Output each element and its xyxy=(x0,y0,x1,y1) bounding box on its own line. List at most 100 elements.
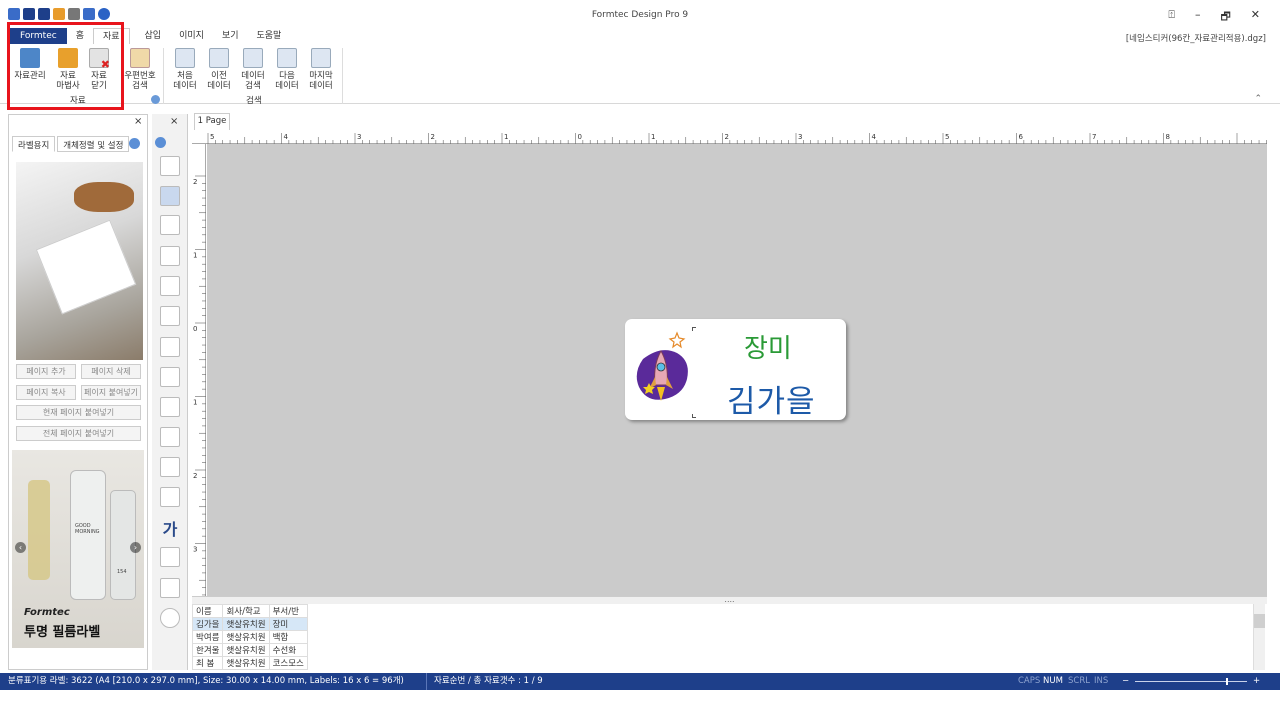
table-cell[interactable]: 박여름 xyxy=(191,630,224,644)
barcode2-tool-icon[interactable] xyxy=(160,397,180,417)
tab-label-paper[interactable]: 라벨용지 xyxy=(12,136,56,152)
ruler-label: 2 xyxy=(431,133,435,141)
zoom-slider[interactable] xyxy=(1135,681,1247,682)
label-name-text[interactable]: 김가을 xyxy=(727,376,816,421)
table-row[interactable]: 박여름 햇살유치원 백합 xyxy=(191,630,308,644)
envelope-icon xyxy=(130,48,150,68)
shape-tool-icon[interactable] xyxy=(160,186,180,206)
zoom-in-button[interactable]: + xyxy=(1253,673,1260,690)
ruler-label: 7 xyxy=(1092,133,1096,141)
ribbon-pin-icon[interactable]: ⍐ xyxy=(1168,8,1175,27)
rocket-clipart[interactable] xyxy=(631,329,693,411)
scrollbar-thumb[interactable] xyxy=(1254,614,1265,628)
table-cell[interactable]: 햇살유치원 xyxy=(222,630,270,644)
document-name: [네임스티커(96칸_자료관리적용).dgz] xyxy=(1125,34,1266,44)
table-row[interactable]: 한겨울 햇살유치원 수선화 xyxy=(191,643,308,657)
text-style-tool-icon[interactable] xyxy=(160,306,180,326)
select-tool-icon[interactable] xyxy=(160,156,180,176)
panel-close-icon[interactable]: × xyxy=(134,116,142,127)
label-paper-photo xyxy=(16,162,143,360)
text-box-tool-icon[interactable] xyxy=(160,215,180,235)
table-cell[interactable]: 햇살유치원 xyxy=(222,617,270,631)
zoom-out-button[interactable]: − xyxy=(1122,673,1129,690)
minimize-button[interactable]: – xyxy=(1195,8,1201,27)
text-frame-tool-icon[interactable] xyxy=(160,246,180,266)
toolstrip-close-icon[interactable]: × xyxy=(170,116,178,127)
tab-page-1[interactable]: 1 Page xyxy=(194,113,230,130)
tab-object-align[interactable]: 개체정렬 및 설정 xyxy=(57,136,130,152)
label-class-text[interactable]: 장미 xyxy=(744,328,792,365)
image-tool-icon[interactable] xyxy=(160,578,180,598)
table-row[interactable]: 김가을 햇살유치원 장미 xyxy=(191,617,308,631)
label-sheet xyxy=(35,219,137,315)
carousel-prev-icon[interactable]: ‹ xyxy=(15,542,26,553)
first-icon xyxy=(175,48,195,68)
clipart-tool-icon[interactable] xyxy=(160,547,180,567)
bottle-image: GOOD MORNING xyxy=(70,470,106,600)
window-title: Formtec Design Pro 9 xyxy=(591,10,689,20)
ruler-label: 5 xyxy=(945,133,949,141)
ad-banner: GOOD MORNING 154 ‹ › Formtec 투명 필름라벨 xyxy=(12,450,144,648)
data-search-button[interactable]: 데이터 검색 xyxy=(235,48,271,91)
group-expand-icon[interactable] xyxy=(151,95,160,104)
horizontal-ruler: 5 4 3 2 1 0 1 2 3 4 5 6 7 8 xyxy=(192,130,1275,144)
carousel-next-icon[interactable]: › xyxy=(130,542,141,553)
table-tool-icon[interactable] xyxy=(160,457,180,477)
table-cell[interactable]: 백합 xyxy=(268,630,308,644)
ad-product: 투명 필름라벨 xyxy=(24,625,101,640)
ruler-label: 0 xyxy=(578,133,582,141)
toolstrip-expand-icon[interactable] xyxy=(155,137,166,148)
table-cell[interactable]: 햇살유치원 xyxy=(222,656,270,670)
panel-next-icon[interactable] xyxy=(129,138,140,149)
table-row[interactable]: 최 봄 햇살유치원 코스모스 xyxy=(191,656,308,670)
tab-help[interactable]: 도움말 xyxy=(248,28,291,44)
paste-all-pages-button[interactable]: 전체 페이지 붙여넣기 xyxy=(16,426,141,441)
qr-code-tool-icon[interactable] xyxy=(160,337,180,357)
table-cell[interactable]: 최 봄 xyxy=(191,656,224,670)
restore-button[interactable]: 🗗 xyxy=(1220,8,1230,27)
tab-view[interactable]: 보기 xyxy=(213,28,248,44)
column-header[interactable]: 부서/반 xyxy=(268,604,308,618)
tab-image[interactable]: 이미지 xyxy=(170,28,213,44)
splitter-handle[interactable]: .... xyxy=(192,596,1267,604)
paste-current-page-button[interactable]: 현재 페이지 붙여넣기 xyxy=(16,405,141,420)
next-data-button[interactable]: 다음 데이터 xyxy=(269,48,305,91)
add-page-button[interactable]: 페이지 추가 xyxy=(16,364,76,379)
ruler-label: 3 xyxy=(193,546,197,554)
text-tool-icon[interactable]: 가 xyxy=(160,516,180,539)
data-grid: 이름 회사/학교 부서/반 김가을 햇살유치원 장미 박여름 햇살유치원 백합 … xyxy=(191,604,1267,670)
grid-scrollbar[interactable] xyxy=(1253,604,1265,670)
delete-page-button[interactable]: 페이지 삭제 xyxy=(81,364,141,379)
collapse-ribbon-icon[interactable]: ⌃ xyxy=(1254,94,1262,104)
tab-insert[interactable]: 삽입 xyxy=(136,28,171,44)
prev-icon xyxy=(209,48,229,68)
last-data-button[interactable]: 마지막 데이터 xyxy=(303,48,339,91)
close-button[interactable]: ✕ xyxy=(1251,8,1260,27)
selection-handle[interactable] xyxy=(692,414,696,418)
table-cell[interactable]: 김가을 xyxy=(191,617,224,631)
table-cell[interactable]: 한겨울 xyxy=(191,643,224,657)
selection-handle[interactable] xyxy=(692,327,696,331)
scrl-indicator: SCRL xyxy=(1068,676,1090,686)
column-header[interactable]: 회사/학교 xyxy=(222,604,270,618)
table-cell[interactable]: 코스모스 xyxy=(268,656,308,670)
table-cell[interactable]: 수선화 xyxy=(268,643,308,657)
column-header[interactable]: 이름 xyxy=(191,604,224,618)
cd-label-tool-icon[interactable] xyxy=(160,608,180,628)
barcode-tool-icon[interactable] xyxy=(160,367,180,387)
paste-page-button[interactable]: 페이지 붙여넣기 xyxy=(81,385,141,400)
first-data-button[interactable]: 처음 데이터 xyxy=(167,48,203,91)
vertical-text-tool-icon[interactable] xyxy=(160,276,180,296)
ruler-label: 1 xyxy=(651,133,655,141)
person-image-tool-icon[interactable] xyxy=(160,427,180,447)
copy-page-button[interactable]: 페이지 복사 xyxy=(16,385,76,400)
list-tool-icon[interactable] xyxy=(160,487,180,507)
zoom-slider-thumb[interactable] xyxy=(1226,678,1228,685)
prev-data-button[interactable]: 이전 데이터 xyxy=(201,48,237,91)
zipcode-search-button[interactable]: 우편번호 검색 xyxy=(120,48,160,91)
last-icon xyxy=(311,48,331,68)
table-cell[interactable]: 햇살유치원 xyxy=(222,643,270,657)
bottle-image xyxy=(28,480,50,580)
highlight-box xyxy=(7,22,124,110)
table-cell[interactable]: 장미 xyxy=(268,617,308,631)
